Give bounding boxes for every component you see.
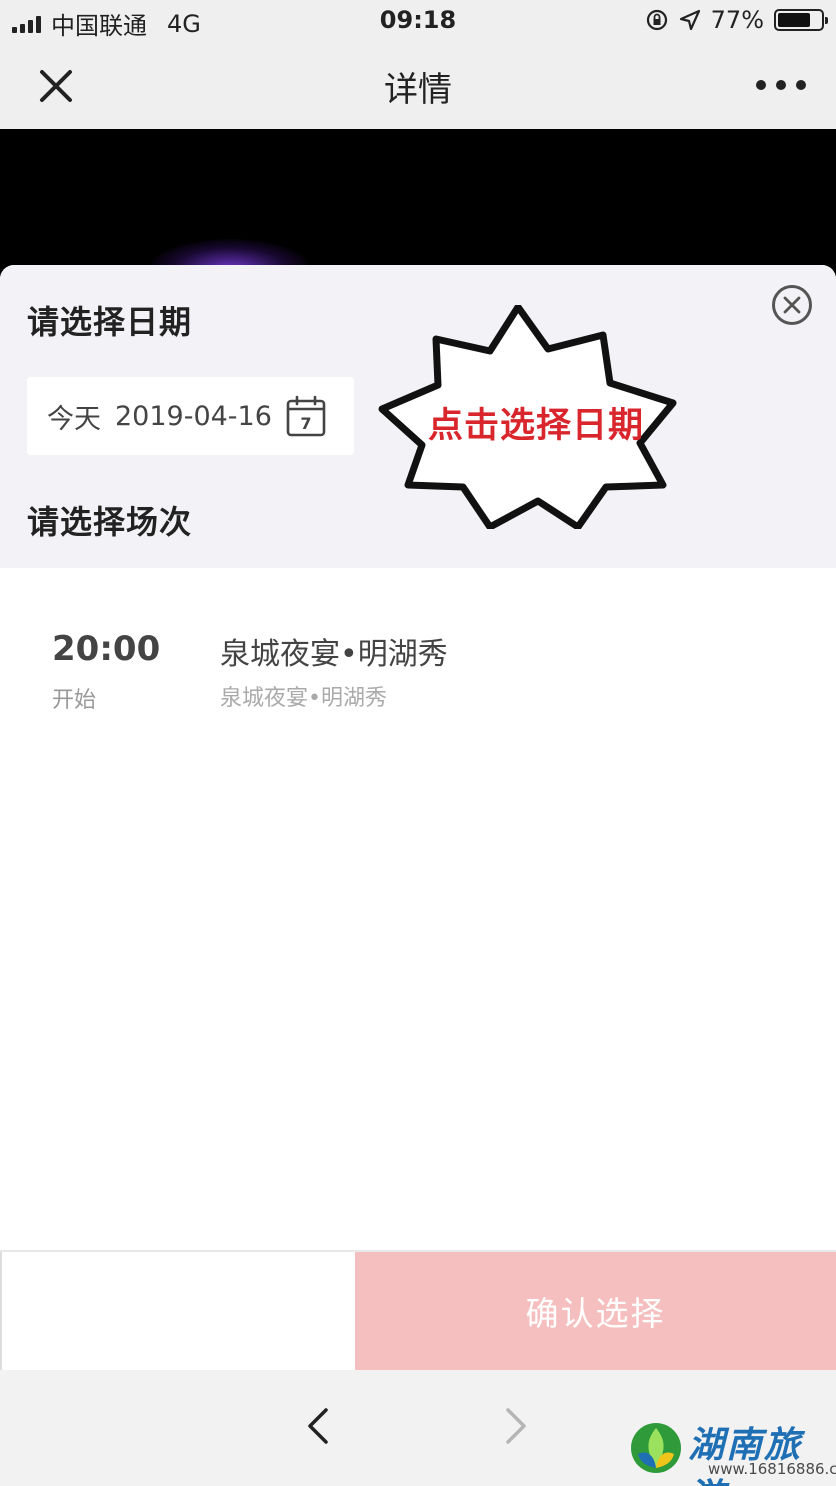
bottom-left-blank [0, 1252, 355, 1370]
close-circle-icon[interactable] [772, 285, 812, 325]
battery-icon [774, 9, 828, 31]
calendar-day-number: 7 [300, 414, 311, 433]
date-picker[interactable]: 今天 2019-04-16 7 [27, 377, 354, 455]
confirm-button[interactable]: 确认选择 [355, 1252, 836, 1370]
back-arrow-icon[interactable] [300, 1406, 336, 1446]
status-right: 77% [645, 6, 828, 34]
watermark-url: www.16816886.cn [708, 1460, 836, 1478]
date-section-title: 请选择日期 [27, 303, 193, 341]
bottom-action-bar: 确认选择 [0, 1250, 836, 1370]
session-subtitle: 泉城夜宴•明湖秀 [220, 686, 387, 711]
battery-percent: 77% [710, 6, 764, 34]
page-title: 详情 [384, 70, 452, 110]
nav-bar: 详情 [0, 42, 836, 129]
calendar-icon[interactable]: 7 [286, 395, 326, 437]
watermark-logo [631, 1423, 681, 1473]
session-option[interactable]: 20:00 开始 泉城夜宴•明湖秀 泉城夜宴•明湖秀 [0, 615, 836, 715]
date-today-label: 今天 [47, 403, 101, 435]
session-start-label: 开始 [52, 688, 97, 713]
status-bar: 中国联通 4G 09:18 77% [0, 0, 836, 42]
callout-text: 点击选择日期 [428, 406, 645, 446]
watermark: 湖南旅游 www.16816886.cn [628, 1416, 836, 1486]
session-time: 20:00 [52, 629, 161, 669]
forward-arrow-icon[interactable] [498, 1406, 534, 1446]
rotation-lock-icon [646, 9, 667, 31]
date-session-sheet: 请选择日期 今天 2019-04-16 7 点击选择日期 请选择场次 20:00… [0, 265, 836, 1370]
location-arrow-icon [679, 9, 700, 31]
more-icon[interactable] [756, 70, 806, 100]
session-name: 泉城夜宴•明湖秀 [220, 637, 448, 672]
session-section-title: 请选择场次 [27, 503, 193, 541]
hero-banner [0, 129, 836, 279]
date-value: 2019-04-16 [115, 400, 272, 432]
